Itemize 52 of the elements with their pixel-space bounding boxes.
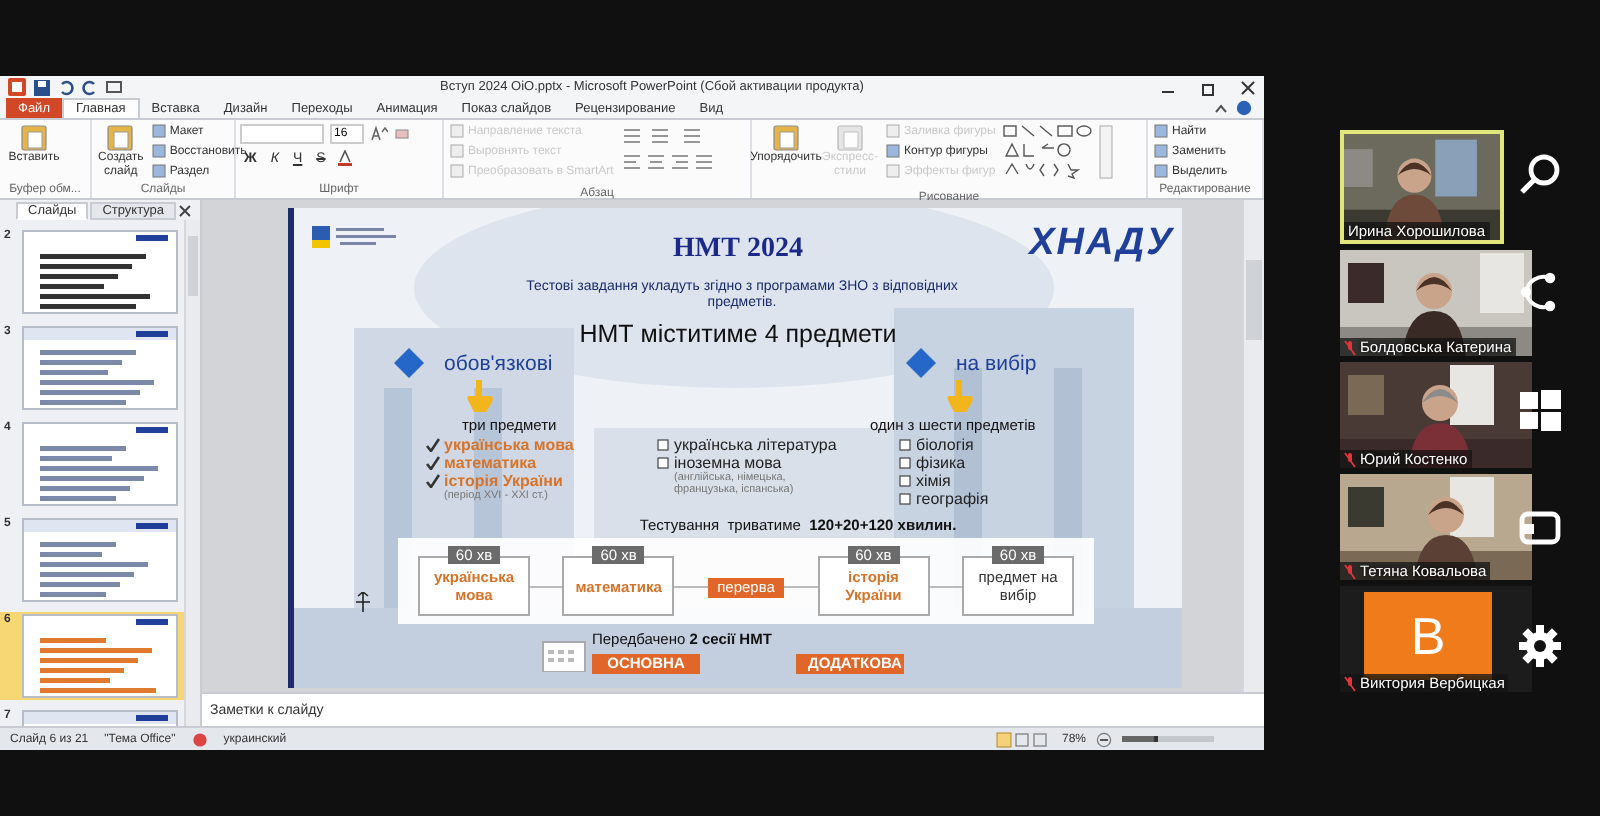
diamond-icon	[906, 348, 936, 378]
font-name-field[interactable]	[240, 124, 324, 144]
close-icon[interactable]	[1240, 79, 1256, 95]
slide-thumbnail[interactable]	[22, 518, 178, 602]
command-icon	[836, 124, 864, 152]
window-icon[interactable]	[1518, 506, 1562, 550]
subject-label: іноземна мова	[674, 454, 782, 472]
slide-heading: НМТ міститиме 4 предмети	[577, 320, 899, 348]
spellcheck-icon[interactable]	[191, 731, 208, 747]
command-icon	[106, 124, 135, 152]
command-icon	[20, 124, 48, 152]
settings-icon[interactable]	[1518, 624, 1562, 668]
redo-icon[interactable]	[82, 79, 98, 95]
subject-label: географія	[916, 490, 989, 508]
subject-label: фізика	[916, 454, 966, 472]
shapes-gallery-drawing[interactable]	[1001, 124, 1114, 180]
zoom-slider[interactable]	[1122, 736, 1214, 742]
zoom-out-icon[interactable]	[1096, 731, 1112, 747]
pointing-hand-icon	[946, 380, 974, 414]
subject-label: математика	[444, 454, 537, 472]
save-icon[interactable]	[34, 79, 50, 95]
slide-thumbnail[interactable]	[22, 326, 178, 410]
collapse-ribbon-icon[interactable]	[1214, 101, 1228, 115]
avatar: В	[1364, 592, 1492, 680]
logo: ХНАДУ	[1029, 222, 1174, 266]
help-icon[interactable]	[1236, 100, 1252, 116]
pointing-hand-icon	[466, 380, 494, 414]
slide-title: НМТ 2024	[673, 234, 803, 266]
slide-thumbnail[interactable]	[22, 230, 178, 314]
subject-label: українська література	[674, 436, 837, 454]
undo-icon[interactable]	[58, 79, 74, 95]
calendar-icon	[542, 638, 586, 672]
column-label: обов'язкові	[444, 351, 553, 375]
slideshow-icon[interactable]	[106, 79, 122, 95]
restore-icon[interactable]	[1200, 79, 1216, 95]
search-icon[interactable]	[1518, 152, 1562, 196]
command-icon	[772, 124, 800, 152]
column-label: на вибір	[956, 351, 1037, 375]
windows-icon[interactable]	[1518, 388, 1562, 432]
scrollbar[interactable]	[1242, 200, 1264, 692]
subject-label: хімія	[916, 472, 951, 490]
close-icon[interactable]	[178, 203, 192, 217]
subject-label: історія України	[444, 472, 563, 490]
subject-label: українська мова	[444, 436, 574, 454]
move-cursor-icon	[356, 592, 370, 612]
scrollbar[interactable]	[184, 220, 200, 726]
slide-thumbnail[interactable]	[22, 422, 178, 506]
diamond-icon	[394, 348, 424, 378]
slide-thumbnail[interactable]	[22, 614, 178, 698]
subject-label: біологія	[916, 436, 974, 454]
font-color-icon[interactable]	[335, 150, 354, 166]
grow-font-icon[interactable]	[370, 126, 388, 142]
